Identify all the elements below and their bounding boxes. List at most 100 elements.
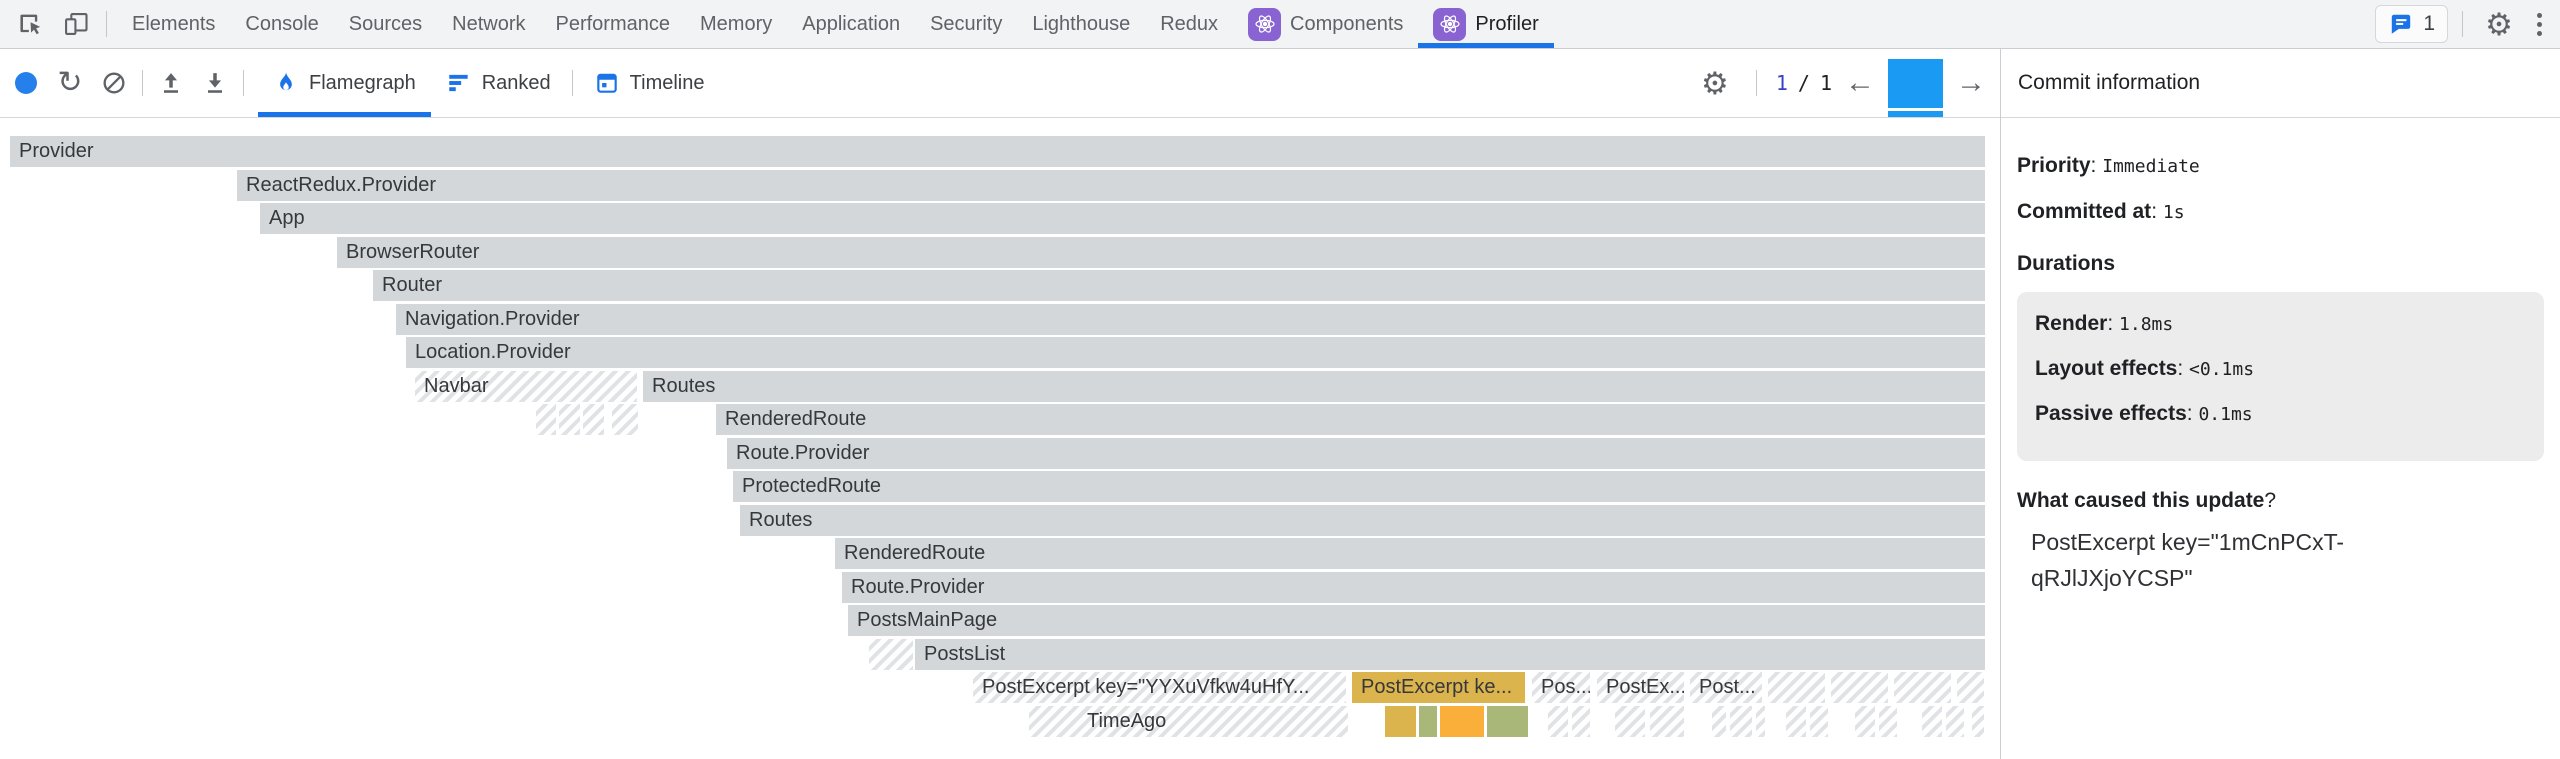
export-profile-icon[interactable] bbox=[193, 61, 237, 105]
inspect-element-icon[interactable] bbox=[8, 2, 52, 46]
flame-bar[interactable] bbox=[1440, 706, 1484, 737]
committed-at-line: Committed at: 1s bbox=[2017, 200, 2544, 224]
flamegraph-canvas[interactable]: ProviderReactRedux.ProviderAppBrowserRou… bbox=[0, 118, 2000, 759]
flame-bar-routes[interactable]: Routes bbox=[740, 505, 1985, 536]
flame-bar[interactable] bbox=[1922, 706, 1942, 737]
profiler-settings-gear-icon[interactable]: ⚙ bbox=[1693, 61, 1737, 105]
flame-bar[interactable] bbox=[1879, 706, 1897, 737]
flame-bar[interactable] bbox=[1572, 706, 1590, 737]
duration-layout-effects: Layout effects: <0.1ms bbox=[2035, 357, 2526, 381]
tab-sources[interactable]: Sources bbox=[334, 0, 437, 48]
flame-bar[interactable] bbox=[1786, 706, 1806, 737]
tab-console[interactable]: Console bbox=[230, 0, 333, 48]
flame-bar-renderedroute[interactable]: RenderedRoute bbox=[835, 538, 1985, 569]
flame-bar[interactable] bbox=[869, 639, 913, 670]
duration-value: 1.8ms bbox=[2119, 314, 2173, 335]
flame-bar-app[interactable]: App bbox=[260, 203, 1985, 234]
settings-gear-icon[interactable]: ⚙ bbox=[2477, 2, 2521, 46]
tab-label: Performance bbox=[556, 13, 671, 36]
cause-component[interactable]: PostExcerpt key="1mCnPCxT-qRJlJXjoYCSP" bbox=[2031, 525, 2411, 596]
flame-bar-reactredux-provider[interactable]: ReactRedux.Provider bbox=[237, 170, 1985, 201]
view-tab-timeline[interactable]: Timeline bbox=[579, 49, 720, 117]
flame-bar[interactable] bbox=[1756, 706, 1765, 737]
flame-bar-pos[interactable]: Pos... bbox=[1532, 672, 1590, 703]
clear-profile-icon[interactable] bbox=[92, 61, 136, 105]
flame-bar[interactable] bbox=[1385, 706, 1416, 737]
flame-bar-postexcerpt-key-yyxuvfkw4uhfy[interactable]: PostExcerpt key="YYXuVfkw4uHfY... bbox=[973, 672, 1346, 703]
flame-bar[interactable] bbox=[1768, 672, 1825, 703]
flame-bar-renderedroute[interactable]: RenderedRoute bbox=[716, 404, 1985, 435]
flame-bar-postexcerpt-ke[interactable]: PostExcerpt ke... bbox=[1352, 672, 1525, 703]
flame-bar-navbar[interactable]: Navbar bbox=[415, 371, 637, 402]
flame-bar-post[interactable]: Post... bbox=[1690, 672, 1762, 703]
flame-bar[interactable] bbox=[1487, 706, 1528, 737]
flame-bar-navigation-provider[interactable]: Navigation.Provider bbox=[396, 304, 1985, 335]
tab-label: Profiler bbox=[1475, 13, 1538, 36]
duration-value: <0.1ms bbox=[2189, 359, 2254, 380]
flame-bar[interactable] bbox=[612, 404, 638, 435]
tab-lighthouse[interactable]: Lighthouse bbox=[1017, 0, 1145, 48]
flame-bar-route-provider[interactable]: Route.Provider bbox=[842, 572, 1985, 603]
flame-bar-postsmainpage[interactable]: PostsMainPage bbox=[848, 605, 1985, 636]
flame-bar-route-provider[interactable]: Route.Provider bbox=[727, 438, 1985, 469]
flame-bar-timeago[interactable]: TimeAgo bbox=[1029, 706, 1348, 737]
flame-bar[interactable] bbox=[1615, 706, 1645, 737]
device-toolbar-icon[interactable] bbox=[54, 2, 98, 46]
view-tab-flamegraph[interactable]: Flamegraph bbox=[258, 49, 431, 117]
flame-icon bbox=[273, 70, 299, 96]
flame-bar[interactable] bbox=[536, 404, 556, 435]
flame-bar-postex[interactable]: PostEx... bbox=[1597, 672, 1684, 703]
flame-bar-postslist[interactable]: PostsList bbox=[915, 639, 1985, 670]
flame-bar[interactable] bbox=[1650, 706, 1684, 737]
flame-bar-provider[interactable]: Provider bbox=[10, 136, 1985, 167]
flame-bar[interactable] bbox=[1855, 706, 1875, 737]
react-icon bbox=[1248, 8, 1281, 41]
tab-memory[interactable]: Memory bbox=[685, 0, 787, 48]
flame-bar[interactable] bbox=[1831, 672, 1888, 703]
tab-elements[interactable]: Elements bbox=[117, 0, 230, 48]
tab-redux[interactable]: Redux bbox=[1145, 0, 1233, 48]
commit-selector-bar[interactable] bbox=[1888, 49, 1943, 117]
flame-bar[interactable] bbox=[1548, 706, 1568, 737]
tab-components[interactable]: Components bbox=[1233, 0, 1418, 48]
flame-bar-router[interactable]: Router bbox=[373, 270, 1985, 301]
tab-application[interactable]: Application bbox=[787, 0, 915, 48]
durations-heading: Durations bbox=[2017, 252, 2544, 276]
kebab-menu-icon[interactable] bbox=[2529, 5, 2550, 44]
tab-security[interactable]: Security bbox=[915, 0, 1017, 48]
flame-bar[interactable] bbox=[1810, 706, 1828, 737]
flame-bar[interactable] bbox=[1419, 706, 1437, 737]
commit-separator: / bbox=[1798, 71, 1810, 95]
flame-bar[interactable] bbox=[1957, 672, 1984, 703]
flame-bar[interactable] bbox=[559, 404, 580, 435]
flame-bar-location-provider[interactable]: Location.Provider bbox=[406, 337, 1985, 368]
flame-bar[interactable] bbox=[583, 404, 604, 435]
view-tab-label: Flamegraph bbox=[309, 72, 416, 95]
divider bbox=[142, 70, 143, 96]
flame-bar[interactable] bbox=[1946, 706, 1964, 737]
flame-bar-browserrouter[interactable]: BrowserRouter bbox=[337, 237, 1985, 268]
flame-bar[interactable] bbox=[1972, 706, 1984, 737]
flame-bar[interactable] bbox=[1712, 706, 1726, 737]
import-profile-icon[interactable] bbox=[149, 61, 193, 105]
tab-network[interactable]: Network bbox=[437, 0, 540, 48]
tab-profiler[interactable]: Profiler bbox=[1418, 0, 1553, 48]
record-button[interactable] bbox=[4, 61, 48, 105]
cause-heading: What caused this update? bbox=[2017, 489, 2544, 513]
next-commit-arrow-icon[interactable]: → bbox=[1956, 68, 1986, 98]
tab-performance[interactable]: Performance bbox=[541, 0, 686, 48]
committed-at-value: 1s bbox=[2163, 202, 2185, 223]
flame-bar-protectedroute[interactable]: ProtectedRoute bbox=[733, 471, 1985, 502]
ranked-icon bbox=[446, 70, 472, 96]
priority-value: Immediate bbox=[2102, 156, 2200, 177]
flame-bar[interactable] bbox=[1730, 706, 1752, 737]
flame-bar-routes[interactable]: Routes bbox=[643, 371, 1985, 402]
view-tab-ranked[interactable]: Ranked bbox=[431, 49, 566, 117]
commit-info-panel: Commit information Priority: Immediate C… bbox=[2001, 49, 2560, 759]
commit-count: 1 / 1 bbox=[1776, 71, 1832, 95]
issues-counter[interactable]: 1 bbox=[2375, 5, 2448, 43]
divider bbox=[243, 70, 244, 96]
flame-bar[interactable] bbox=[1894, 672, 1951, 703]
previous-commit-arrow-icon[interactable]: ← bbox=[1845, 68, 1875, 98]
reload-and-profile-icon[interactable]: ↻ bbox=[48, 61, 92, 105]
